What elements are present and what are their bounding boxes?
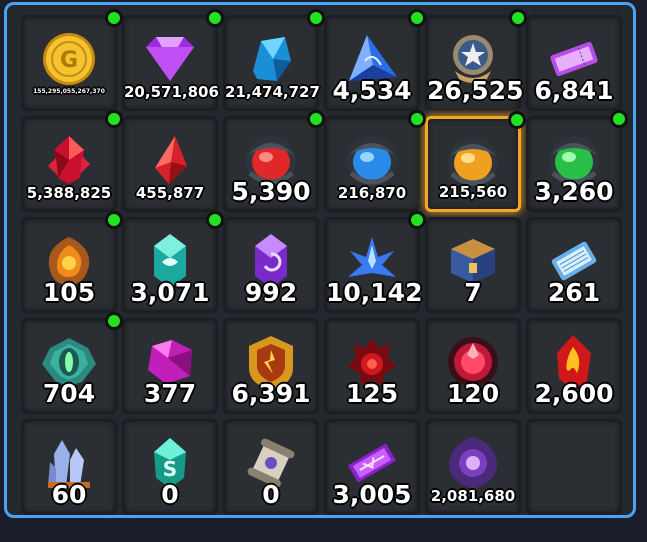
item-count: 4,534 <box>332 76 412 105</box>
new-indicator-dot <box>307 9 325 27</box>
new-indicator-dot <box>408 110 426 128</box>
inventory-slot[interactable]: 21,474,727 <box>223 9 325 111</box>
inventory-slot[interactable]: 992 <box>223 217 319 313</box>
item-count: 155,295,055,267,370 <box>33 88 105 95</box>
item-count: 21,474,727 <box>225 83 320 101</box>
svg-text:G: G <box>60 48 78 73</box>
inventory-slot[interactable]: 6,391 <box>223 318 319 414</box>
inventory-slot[interactable]: 105 <box>21 211 123 313</box>
item-count: 105 <box>42 278 96 307</box>
item-count: 261 <box>547 278 601 307</box>
inventory-slot[interactable]: 4,534 <box>324 9 426 111</box>
inventory-slot[interactable]: 3,071 <box>122 211 224 313</box>
inventory-slot[interactable]: 455,877 <box>122 116 218 212</box>
inventory-slot[interactable]: 2,600 <box>526 318 622 414</box>
item-count: 377 <box>143 379 197 408</box>
inventory-slot[interactable]: 60 <box>21 419 117 515</box>
new-indicator-dot <box>105 9 123 27</box>
item-count: 125 <box>345 379 399 408</box>
item-count: 455,877 <box>135 184 205 202</box>
inventory-slot[interactable]: 2,081,680 <box>425 419 521 515</box>
purple-gem-icon <box>140 33 200 89</box>
item-count: 0 <box>161 480 179 509</box>
inventory-slot[interactable]: 3,005 <box>324 419 420 515</box>
red-crystal-cluster-icon <box>44 132 94 192</box>
inventory-slot[interactable]: 261 <box>526 217 622 313</box>
red-shard-icon <box>147 132 193 192</box>
item-count: 992 <box>244 278 298 307</box>
inventory-panel: G 155,295,055,267,370 20,571,806 21,474,727… <box>4 2 636 518</box>
item-count: 2,081,680 <box>430 487 516 505</box>
inventory-slot[interactable]: 20,571,806 <box>122 9 224 111</box>
new-indicator-dot <box>105 312 123 330</box>
new-indicator-dot <box>307 110 325 128</box>
svg-text:S: S <box>163 457 177 481</box>
inventory-slot[interactable]: 5,388,825 <box>21 110 123 212</box>
new-indicator-dot <box>610 110 628 128</box>
inventory-slot[interactable]: 216,870 <box>324 110 426 212</box>
inventory-slot[interactable]: 6,841 <box>526 15 622 111</box>
item-count: 2,600 <box>534 379 614 408</box>
inventory-slot[interactable]: 10,142 <box>324 211 426 313</box>
new-indicator-dot <box>105 211 123 229</box>
item-count: 10,142 <box>326 278 423 307</box>
new-indicator-dot <box>105 110 123 128</box>
inventory-slot[interactable]: S0 <box>122 419 218 515</box>
blue-crystal-icon <box>243 31 299 91</box>
item-count: 0 <box>262 480 280 509</box>
new-indicator-dot <box>509 9 527 27</box>
new-indicator-dot <box>408 211 426 229</box>
new-indicator-dot <box>508 111 526 129</box>
item-count: 3,005 <box>332 480 412 509</box>
inventory-slot[interactable]: 215,560 <box>425 111 526 212</box>
item-count: 6,841 <box>534 76 614 105</box>
item-count: 6,391 <box>231 379 311 408</box>
inventory-slot[interactable]: 7 <box>425 217 521 313</box>
new-indicator-dot <box>206 9 224 27</box>
item-count: 215,560 <box>438 183 508 201</box>
item-count: 3,260 <box>534 177 614 206</box>
new-indicator-dot <box>206 211 224 229</box>
item-count: 216,870 <box>337 184 407 202</box>
item-count: 120 <box>446 379 500 408</box>
inventory-slot[interactable]: 0 <box>223 419 319 515</box>
item-count: 704 <box>42 379 96 408</box>
item-count: 20,571,806 <box>124 83 219 101</box>
empty-slot[interactable] <box>526 419 622 515</box>
item-count: 5,390 <box>231 177 311 206</box>
inventory-slot[interactable]: 26,525 <box>425 9 527 111</box>
inventory-slot[interactable]: G 155,295,055,267,370 <box>21 9 123 111</box>
inventory-grid: G 155,295,055,267,370 20,571,806 21,474,727… <box>21 9 628 515</box>
inventory-slot[interactable]: 704 <box>21 312 123 414</box>
inventory-slot[interactable]: 377 <box>122 318 218 414</box>
item-count: 5,388,825 <box>26 184 112 202</box>
item-count: 3,071 <box>130 278 210 307</box>
inventory-slot[interactable]: 3,260 <box>526 110 628 212</box>
new-indicator-dot <box>408 9 426 27</box>
gold-coin-icon: G <box>39 29 99 93</box>
item-count: 7 <box>464 278 482 307</box>
inventory-slot[interactable]: 5,390 <box>223 110 325 212</box>
item-count: 26,525 <box>427 76 524 105</box>
inventory-slot[interactable]: 125 <box>324 318 420 414</box>
inventory-slot[interactable]: 120 <box>425 318 521 414</box>
item-count: 60 <box>51 480 87 509</box>
